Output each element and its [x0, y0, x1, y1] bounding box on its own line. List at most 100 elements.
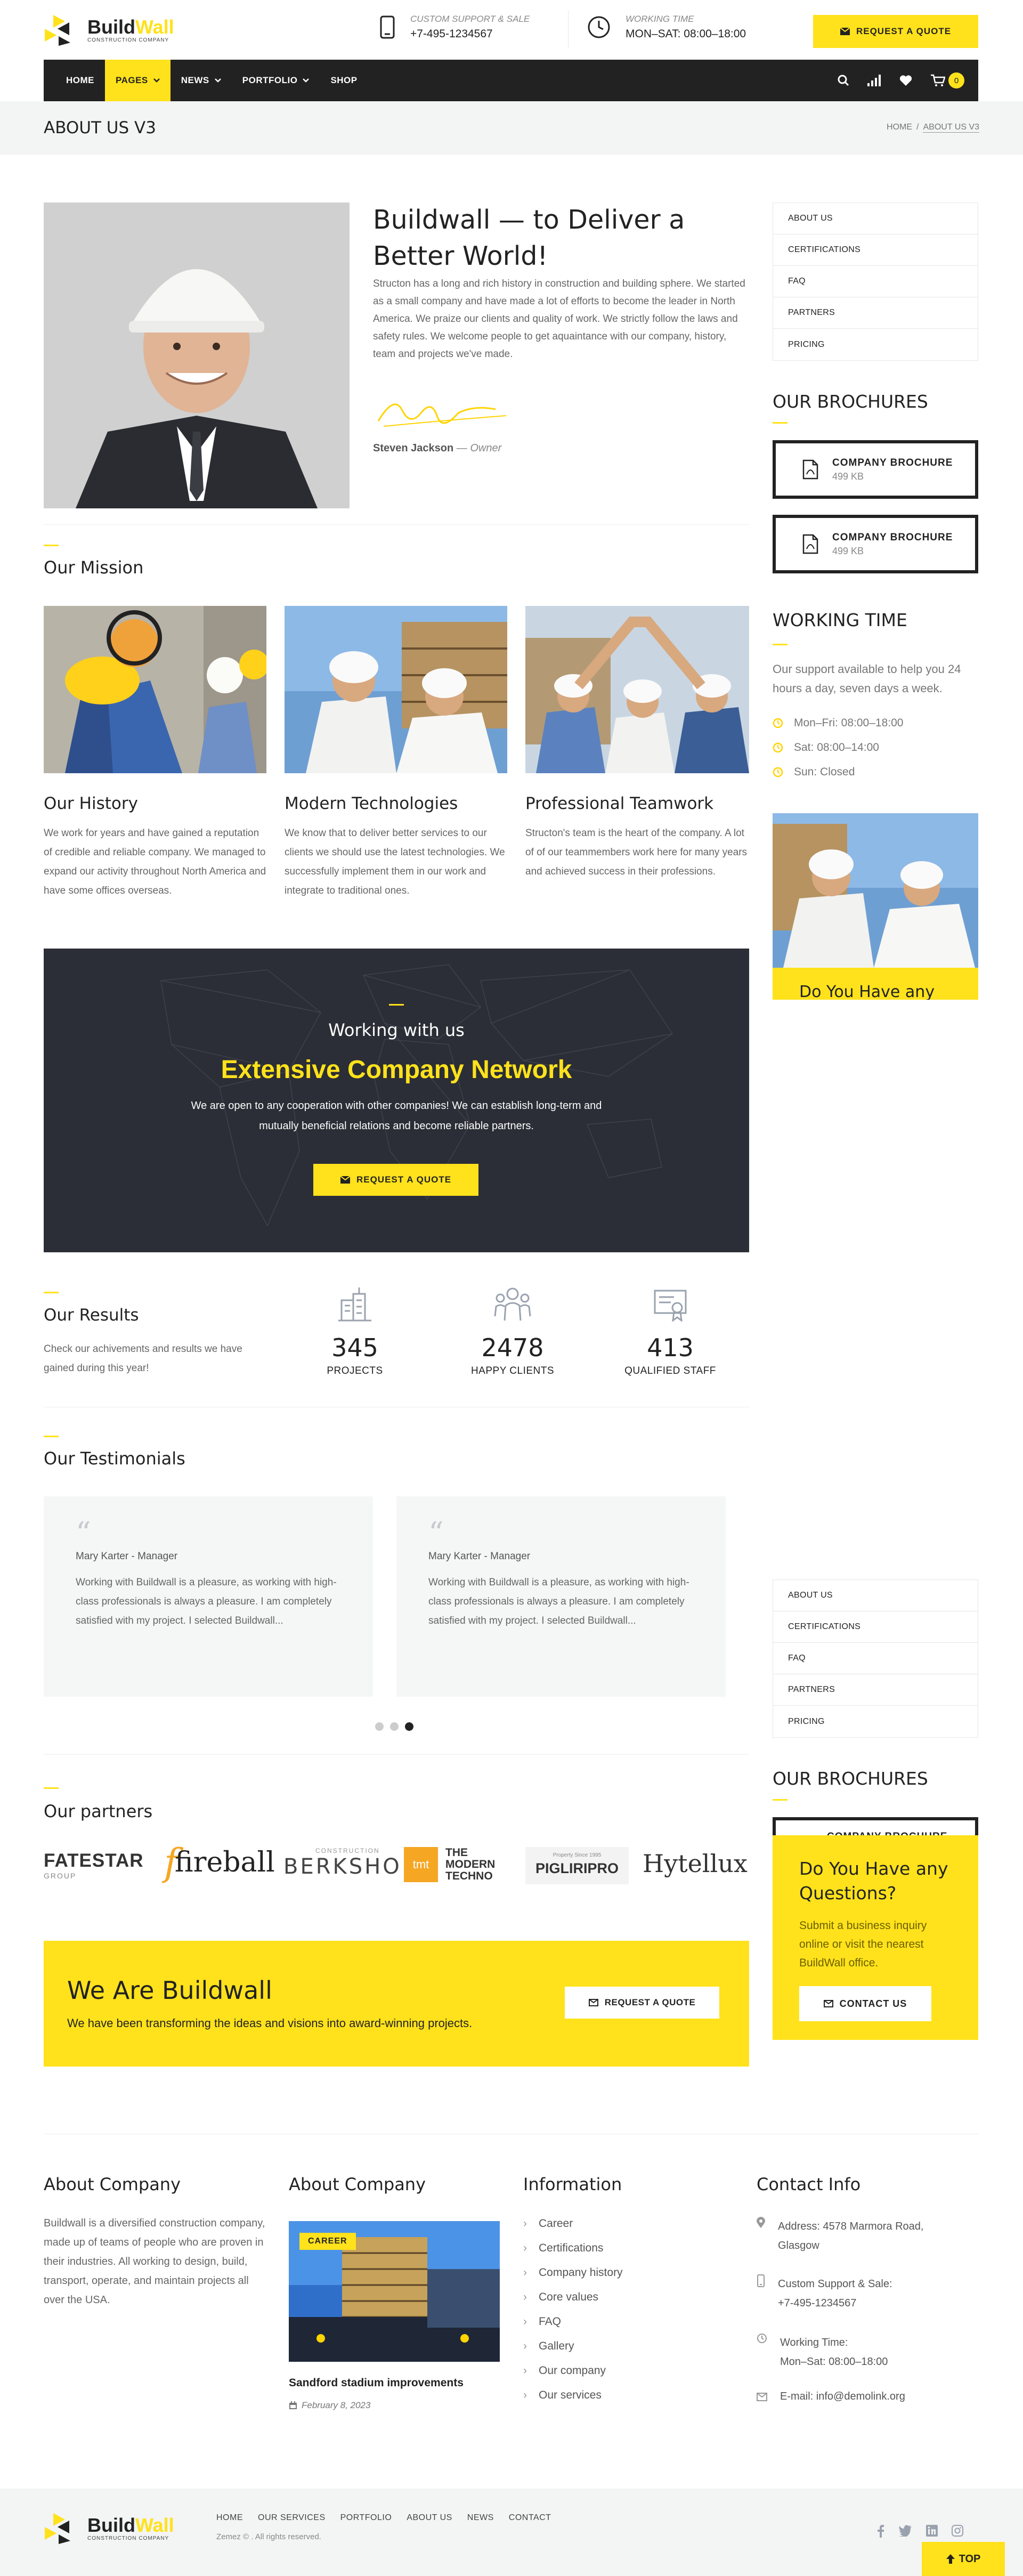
stat-projects: 345 PROJECTS: [302, 1286, 408, 1377]
news-date: February 8, 2023: [302, 2400, 371, 2410]
network-quote-label: REQUEST A QUOTE: [356, 1174, 452, 1185]
partner-logo-hytellux[interactable]: Hytellux: [643, 1849, 748, 1878]
partner-logo-fatestar[interactable]: FATESTAR GROUP: [44, 1850, 144, 1880]
sidebar-item-about-us[interactable]: ABOUT US: [773, 203, 978, 234]
email-address[interactable]: E-mail: info@demolink.org: [780, 2391, 905, 2403]
support-label: CUSTOM SUPPORT & SALE: [410, 14, 530, 24]
sidebar-item-pricing[interactable]: PRICING: [773, 1706, 978, 1737]
chevron-right-icon: ›: [523, 2266, 527, 2279]
partner-name: THE MODERN TECHNO: [445, 1846, 496, 1882]
sidebar-item-faq[interactable]: FAQ: [773, 1643, 978, 1674]
footer-link-our-company[interactable]: › Our company: [523, 2359, 623, 2383]
author-role: — Owner: [456, 442, 502, 454]
time-label: WORKING TIME: [626, 14, 694, 24]
twitter-icon[interactable]: [898, 2525, 912, 2537]
contact-us-button[interactable]: CONTACT US: [799, 1986, 931, 2021]
nav-shop-label: SHOP: [330, 75, 358, 85]
cta-quote-button[interactable]: REQUEST A QUOTE: [565, 1987, 719, 2019]
news-date-row: February 8, 2023: [289, 2400, 370, 2411]
contact-us-label: CONTACT US: [839, 1998, 907, 2009]
owner-photo: [44, 202, 350, 508]
contact-email: E-mail: info@demolink.org: [757, 2391, 905, 2403]
footer-link-label: Certifications: [539, 2242, 604, 2254]
logo-build: Build: [87, 2514, 135, 2536]
network-title: Extensive Company Network: [221, 1056, 572, 1084]
partner-logo-fireball[interactable]: f fireball: [164, 1844, 275, 1881]
partners-title: Our partners: [44, 1801, 153, 1821]
sidebar-item-faq[interactable]: FAQ: [773, 266, 978, 297]
network-quote-button[interactable]: REQUEST A QUOTE: [313, 1164, 478, 1196]
clock-icon: [773, 718, 783, 728]
footer-link-gallery[interactable]: › Gallery: [523, 2334, 623, 2359]
sidebar-item-partners[interactable]: PARTNERS: [773, 297, 978, 329]
brochure-download[interactable]: COMPANY BROCHURE 499 KB: [773, 515, 978, 573]
logo-icon: [45, 15, 70, 46]
chevron-down-icon: [214, 78, 221, 83]
testimonial-card: “ Mary Karter - Manager Working with Bui…: [44, 1496, 373, 1697]
footer-link-career[interactable]: › Career: [523, 2212, 623, 2236]
signature-icon: [377, 403, 507, 427]
search-icon[interactable]: [838, 75, 849, 86]
back-to-top-button[interactable]: TOP: [922, 2542, 1005, 2576]
compare-icon[interactable]: [867, 75, 881, 86]
footer-link-faq[interactable]: › FAQ: [523, 2310, 623, 2334]
nav-news[interactable]: NEWS: [170, 60, 232, 101]
breadcrumb-home[interactable]: HOME: [887, 123, 912, 133]
nav-shop[interactable]: SHOP: [320, 60, 368, 101]
bottom-nav-home[interactable]: HOME: [216, 2513, 243, 2523]
instagram-icon[interactable]: [952, 2525, 963, 2537]
brochure-title: COMPANY BROCHURE: [832, 457, 953, 468]
carousel-dot-active[interactable]: [405, 1722, 413, 1731]
footer-news-title: About Company: [289, 2174, 426, 2194]
brochures-title: OUR BROCHURES: [773, 1768, 928, 1789]
carousel-dot[interactable]: [375, 1722, 384, 1731]
bottom-nav-portfolio[interactable]: PORTFOLIO: [340, 2513, 392, 2523]
partner-logo-berksho[interactable]: CONSTRUCTION BERKSHO: [283, 1847, 402, 1879]
partner-logo-tmt[interactable]: tmt THE MODERN TECHNO: [404, 1847, 515, 1882]
request-quote-button[interactable]: REQUEST A QUOTE: [813, 15, 978, 48]
footer-link-company-history[interactable]: › Company history: [523, 2261, 623, 2285]
nav-portfolio[interactable]: PORTFOLIO: [232, 60, 320, 101]
partner-logo-pigliripro[interactable]: Property Since 1995 PIGLIRIPRO: [525, 1847, 629, 1884]
sidebar-item-certifications[interactable]: CERTIFICATIONS: [773, 234, 978, 266]
accent-line: [44, 1292, 59, 1293]
logo[interactable]: BuildWall CONSTRUCTION COMPANY: [44, 13, 174, 47]
news-headline[interactable]: Sandford stadium improvements: [289, 2377, 464, 2389]
footer-link-certifications[interactable]: › Certifications: [523, 2236, 623, 2261]
brochures-title: OUR BROCHURES: [773, 391, 928, 412]
nav-pages[interactable]: PAGES: [105, 60, 170, 101]
brochure-download[interactable]: COMPANY BROCHURE 499 KB: [773, 440, 978, 499]
nav-home[interactable]: HOME: [55, 60, 105, 101]
stat-happy-clients: 2478 HAPPY CLIENTS: [459, 1286, 566, 1377]
sidebar-promo-image: [773, 813, 978, 968]
buildings-icon: [338, 1287, 371, 1322]
bottom-nav-news[interactable]: NEWS: [467, 2513, 494, 2523]
promo-title-line-2: Questions?: [799, 1883, 897, 1903]
footer-logo[interactable]: BuildWall CONSTRUCTION COMPANY: [44, 2511, 174, 2545]
sidebar-item-pricing[interactable]: PRICING: [773, 329, 978, 360]
chevron-right-icon: ›: [523, 2364, 527, 2377]
mission-card-title: Professional Teamwork: [525, 794, 714, 813]
testimonial-text: Working with Buildwall is a pleasure, as…: [76, 1577, 337, 1626]
carousel-dot[interactable]: [390, 1722, 399, 1731]
stat-value: 345: [331, 1333, 378, 1362]
linkedin-icon[interactable]: [926, 2525, 938, 2537]
footer-link-our-services[interactable]: › Our services: [523, 2383, 623, 2408]
support-line-2[interactable]: +7-495-1234567: [778, 2294, 892, 2313]
heart-icon[interactable]: [899, 75, 912, 86]
sidebar-item-certifications[interactable]: CERTIFICATIONS: [773, 1611, 978, 1643]
cart-icon[interactable]: [930, 74, 945, 87]
testimonial-author: Mary Karter - Manager: [428, 1551, 531, 1562]
footer-link-label: Gallery: [539, 2340, 574, 2352]
bottom-nav-contact[interactable]: CONTACT: [509, 2513, 551, 2523]
nav-news-label: NEWS: [181, 75, 209, 85]
facebook-icon[interactable]: [877, 2525, 884, 2538]
bottom-nav-services[interactable]: OUR SERVICES: [258, 2513, 326, 2523]
footer-link-core-values[interactable]: › Core values: [523, 2285, 623, 2310]
envelope-icon: [588, 1999, 598, 2006]
sidebar-item-about-us[interactable]: ABOUT US: [773, 1580, 978, 1611]
support-phone[interactable]: +7-495-1234567: [410, 28, 530, 40]
sidebar-item-partners[interactable]: PARTNERS: [773, 1674, 978, 1706]
working-hours-list: Mon–Fri: 08:00–18:00 Sat: 08:00–14:00 Su…: [773, 711, 903, 784]
bottom-nav-about[interactable]: ABOUT US: [407, 2513, 452, 2523]
